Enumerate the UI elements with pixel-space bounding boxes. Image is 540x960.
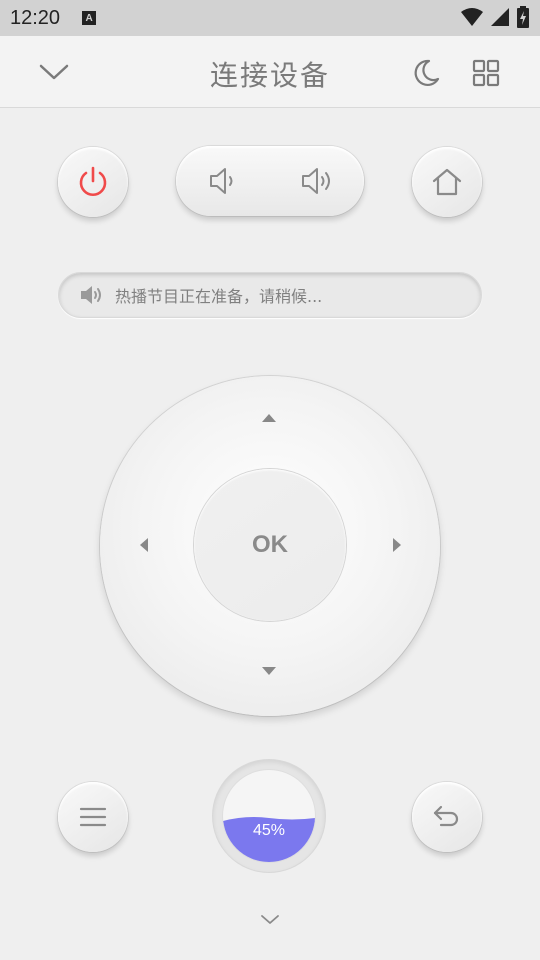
- status-time: 12:20: [10, 6, 61, 29]
- home-icon: [432, 168, 462, 196]
- right-button[interactable]: [393, 538, 401, 552]
- ok-button[interactable]: OK: [194, 469, 346, 621]
- grid-icon: [472, 59, 500, 87]
- up-button[interactable]: [262, 414, 276, 422]
- status-bar: 12:20 A: [0, 0, 540, 36]
- signal-icon: [491, 8, 509, 26]
- volume-up-icon: [302, 168, 330, 194]
- status-indicators: [460, 6, 530, 28]
- back-button[interactable]: [412, 782, 482, 852]
- chevron-down-icon: [261, 915, 279, 924]
- wifi-icon: [461, 8, 483, 26]
- volume-down-icon: [210, 168, 233, 194]
- menu-button[interactable]: [58, 782, 128, 852]
- top-bar: 连接设备: [0, 36, 540, 108]
- progress-indicator: 45%: [213, 760, 325, 872]
- left-button[interactable]: [140, 538, 148, 552]
- expand-button[interactable]: [252, 908, 288, 932]
- ok-label: OK: [252, 531, 288, 558]
- apps-button[interactable]: [468, 56, 504, 90]
- progress-label: 45%: [252, 822, 286, 839]
- down-button[interactable]: [262, 667, 276, 675]
- notice-bar: 热播节目正在准备，请稍候...: [58, 272, 482, 318]
- home-button[interactable]: [412, 147, 482, 217]
- volume-down-button[interactable]: [176, 146, 270, 216]
- power-button[interactable]: [58, 147, 128, 217]
- menu-icon: [79, 807, 107, 827]
- moon-icon: [414, 59, 440, 86]
- volume-control: [176, 146, 364, 216]
- night-mode-button[interactable]: [406, 56, 446, 90]
- volume-up-button[interactable]: [270, 146, 364, 216]
- a-icon: A: [82, 11, 97, 25]
- back-icon: [433, 805, 459, 827]
- progress-well: 45%: [223, 770, 315, 862]
- page-title: 连接设备: [209, 59, 330, 92]
- battery-charging-icon: [517, 6, 529, 28]
- power-icon: [79, 166, 107, 196]
- notice-text: 热播节目正在准备，请稍候...: [115, 287, 323, 306]
- speaker-icon: [81, 286, 101, 304]
